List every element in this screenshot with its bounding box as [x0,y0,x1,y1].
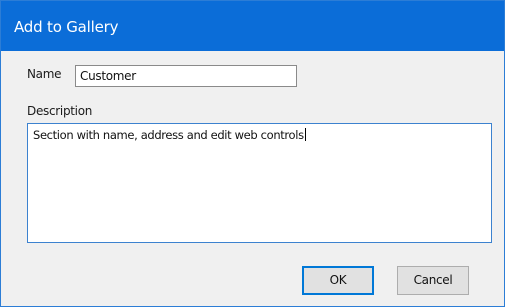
ok-button[interactable]: OK [302,266,374,295]
dialog-title: Add to Gallery [14,18,119,36]
description-label: Description [27,104,93,118]
add-to-gallery-dialog: Add to Gallery Name Customer Description… [0,0,505,307]
cancel-button[interactable]: Cancel [397,266,469,295]
dialog-body: Name Customer Description Section with n… [1,51,504,306]
text-caret [304,128,306,141]
description-textarea[interactable]: Section with name, address and edit web … [27,123,492,243]
title-bar[interactable]: Add to Gallery [1,1,504,51]
name-input[interactable]: Customer [75,65,297,87]
description-text: Section with name, address and edit web … [33,128,304,142]
name-label: Name [27,67,62,81]
